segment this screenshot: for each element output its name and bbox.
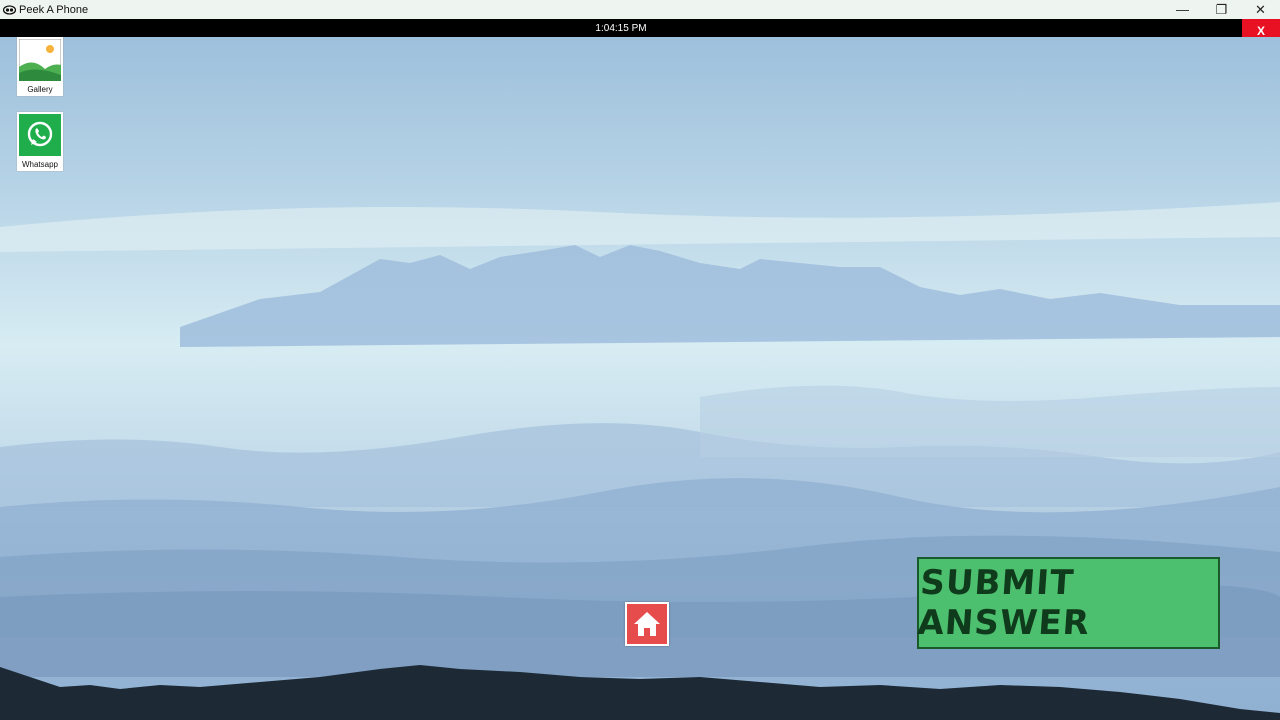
home-icon [634,612,660,636]
app-whatsapp[interactable]: Whatsapp [17,112,63,171]
window-controls: — ❐ ✕ [1163,0,1280,19]
phone-desktop: Gallery Whatsapp SUBMIT ANSWER [0,37,1280,720]
minimize-icon[interactable]: — [1163,0,1202,19]
clock: 1:04:15 PM [595,22,647,34]
app-gallery[interactable]: Gallery [17,37,63,96]
restore-icon[interactable]: ❐ [1202,0,1241,19]
status-bar: 1:04:15 PM [0,19,1242,37]
app-label-gallery: Gallery [27,85,53,94]
whatsapp-icon [19,114,61,156]
submit-answer-button[interactable]: SUBMIT ANSWER [916,557,1220,649]
window-title: Peek A Phone [19,3,89,16]
home-button[interactable] [625,602,669,646]
app-logo-icon [3,4,16,15]
close-icon[interactable]: ✕ [1241,0,1280,19]
app-label-whatsapp: Whatsapp [21,160,59,169]
window-titlebar: Peek A Phone — ❐ ✕ [0,0,1280,19]
gallery-icon [19,39,61,81]
submit-answer-label: SUBMIT ANSWER [916,563,1092,643]
